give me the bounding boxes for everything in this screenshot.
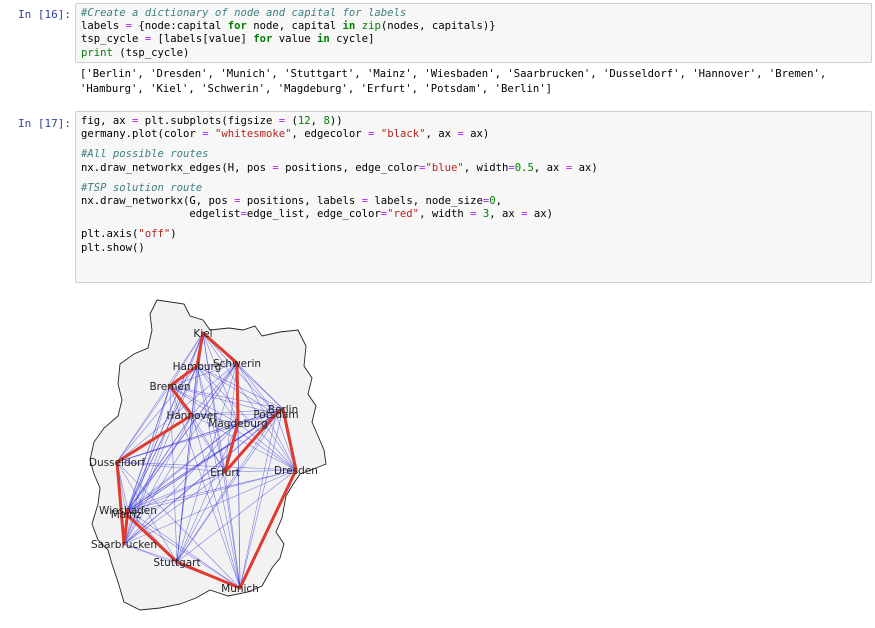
code-token: nx.draw_networkx_edges(H, pos (81, 161, 273, 174)
code-token: zip (361, 20, 381, 33)
code-cell-17[interactable]: fig, ax = plt.subplots(figsize = (12, 8)… (75, 111, 872, 283)
code-token: positions, edge_color (278, 161, 420, 174)
city-label: Saarbrucken (91, 539, 157, 551)
code-token: #All possible routes (81, 148, 209, 161)
code-token: , edgecolor (291, 128, 369, 141)
code-token: plt.axis( (81, 228, 139, 241)
code-token: ax) (463, 128, 490, 141)
cell-16-prompt: In [16]: (18, 8, 71, 21)
code-token: , ax (425, 128, 458, 141)
code-token: , ax (533, 161, 566, 174)
code-token: , (495, 194, 503, 207)
code-token: ax) (527, 208, 554, 221)
city-label: Berlin (268, 404, 298, 416)
code-line: fig, ax = plt.subplots(figsize = (12, 8)… (81, 115, 866, 128)
germany-tsp-plot: KielHamburgSchwerinBremenHannover Potsdam… (89, 299, 327, 611)
plot-output: Kiel Hamburg Schwerin Bremen Hannover Potsdam… (0, 290, 875, 628)
code-line: plt.axis("off") (81, 228, 866, 241)
code-token: [labels[value] (151, 33, 254, 46)
city-label: Mainz (111, 509, 142, 521)
code-cell-16[interactable]: #Create a dictionary of node and capital… (75, 3, 872, 63)
city-label: Dusseldorf (89, 457, 145, 469)
code-line: tsp_cycle = [labels[value] for value in … (81, 33, 866, 46)
city-label: Magdeburg (208, 418, 267, 430)
output-line: ['Berlin', 'Dresden', 'Munich', 'Stuttga… (80, 68, 827, 80)
code-token: , width (419, 208, 471, 221)
code-line: print (tsp_cycle) (81, 47, 866, 60)
city-label: Schwerin (213, 358, 261, 370)
code-token: 0.5 (514, 161, 534, 174)
code-token: edge_list, edge_color (246, 208, 381, 221)
city-label: Munich (221, 583, 259, 595)
code-token: ( (285, 115, 298, 127)
code-token: , width (463, 161, 509, 174)
code-line: labels = {node:capital for node, capital… (81, 20, 866, 33)
code-token: 12 (297, 115, 311, 127)
code-line: nx.draw_networkx_edges(H, pos = position… (81, 162, 866, 175)
code-token: labels, node_size (368, 194, 483, 207)
code-token: "red" (387, 208, 420, 221)
cell-17-prompt: In [17]: (18, 117, 71, 130)
code-token: (nodes, capitals)} (380, 20, 496, 33)
code-token: (tsp_cycle) (112, 46, 190, 59)
code-token: )) (329, 115, 343, 127)
code-token: #TSP solution route (81, 181, 203, 194)
tsp-edge (235, 361, 240, 425)
code-line: #All possible routes (81, 148, 866, 161)
code-line: #Create a dictionary of node and capital… (81, 7, 866, 20)
code-token: edgelist (81, 208, 241, 221)
code-token: plt.show() (81, 241, 145, 254)
city-label: Erfurt (210, 467, 240, 479)
code-token: "black" (380, 128, 426, 141)
code-line: plt.show() (81, 242, 866, 255)
city-label: Dresden (274, 465, 318, 477)
code-token: for (253, 33, 273, 46)
code-token: node, capital (246, 20, 343, 33)
code-token: , (310, 115, 324, 127)
code-token: "whitesmoke" (214, 128, 292, 141)
code-token: germany.plot(color (81, 128, 203, 141)
city-label: Bremen (149, 381, 190, 393)
code-token: "off" (138, 228, 171, 241)
code-line: edgelist=edge_list, edge_color="red", wi… (81, 208, 866, 221)
code-token: plt.subplots(figsize (138, 115, 279, 127)
code-token: value (272, 33, 318, 46)
code-token: in (317, 33, 330, 46)
city-label: Stuttgart (153, 557, 200, 569)
code-token: tsp_cycle (81, 33, 145, 46)
code-line: #TSP solution route (81, 182, 866, 195)
code-token: positions, labels (240, 194, 362, 207)
city-label: Kiel (193, 328, 212, 340)
code-line: nx.draw_networkx(G, pos = positions, lab… (81, 195, 866, 208)
cell-16-output: ['Berlin', 'Dresden', 'Munich', 'Stuttga… (80, 67, 870, 96)
code-token: cycle] (329, 33, 375, 46)
code-token: fig, ax (81, 115, 133, 127)
code-token: , ax (489, 208, 522, 221)
code-line: germany.plot(color = "whitesmoke", edgec… (81, 128, 866, 141)
code-token: labels (81, 20, 126, 33)
code-token: nx.draw_networkx(G, pos (81, 194, 235, 207)
code-token: ) (170, 228, 177, 241)
code-token: ax) (572, 161, 598, 174)
code-token: for (227, 20, 247, 33)
code-token: print (81, 46, 113, 59)
code-token: in (342, 20, 356, 33)
code-token: "blue" (425, 161, 464, 174)
output-line: 'Hamburg', 'Kiel', 'Schwerin', 'Magdebur… (80, 82, 552, 95)
code-token: {node:capital (132, 20, 228, 33)
code-token: #Create a dictionary of node and capital… (81, 7, 407, 19)
